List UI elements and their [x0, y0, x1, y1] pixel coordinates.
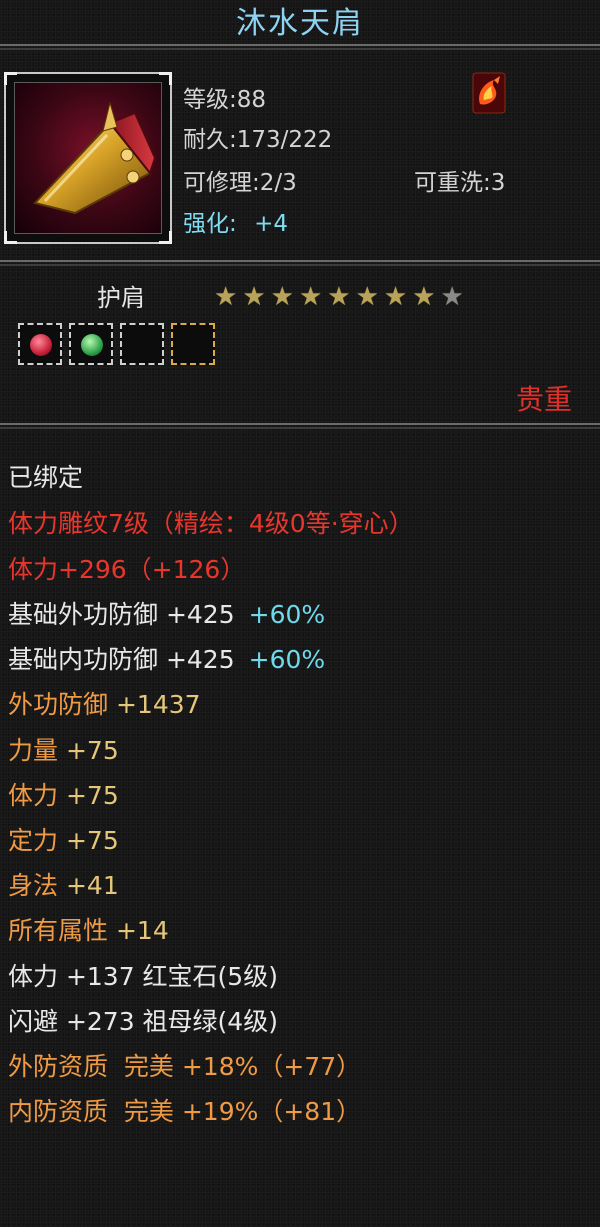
- attr-value: +75: [58, 736, 119, 765]
- item-durability: 耐久:173/222: [183, 127, 333, 153]
- attr-line: 基础外功防御 +425 +60%: [8, 595, 325, 631]
- star-icon: ★: [383, 282, 408, 312]
- pauldron-icon: [14, 82, 162, 234]
- attr-text: 基础内功防御 +425: [8, 645, 235, 674]
- divider-mid-2: [0, 423, 600, 429]
- divider-mid-1: [0, 260, 600, 266]
- attr-name: 所有属性: [8, 916, 109, 945]
- emerald-gem-icon: [81, 334, 103, 356]
- item-enhance: 强化: +4: [183, 204, 288, 238]
- attr-value: +75: [58, 826, 119, 855]
- phoenix-badge-icon: [472, 72, 506, 114]
- enhance-label: 强化:: [183, 211, 237, 237]
- star-rating: ★ ★ ★ ★ ★ ★ ★ ★ ★: [214, 282, 464, 312]
- attr-name: 外功防御: [8, 690, 109, 719]
- attr-line: 力量 +75: [8, 731, 119, 767]
- item-icon-frame[interactable]: [4, 72, 172, 244]
- bound-status: 已绑定: [8, 463, 84, 492]
- item-level: 等级:88: [183, 87, 267, 113]
- attr-line: 身法 +41: [8, 866, 119, 902]
- attr-value: +75: [58, 781, 119, 810]
- attr-name: 力量: [8, 736, 59, 765]
- star-icon: ★: [355, 282, 379, 312]
- attr-value: +41: [58, 871, 119, 900]
- attr-line: 体力+296（+126）: [8, 555, 246, 584]
- gem-socket-emerald[interactable]: [69, 323, 113, 365]
- item-repair-count: 可修理:2/3: [183, 170, 297, 196]
- attr-line: 定力 +75: [8, 821, 119, 857]
- attr-bonus: +60%: [248, 645, 326, 674]
- attr-bonus: +60%: [248, 600, 326, 629]
- attr-line: 基础内功防御 +425 +60%: [8, 640, 325, 676]
- attr-name: 身法: [8, 871, 59, 900]
- star-icon: ★: [270, 282, 294, 312]
- attr-line: 外功防御 +1437: [8, 685, 201, 721]
- star-icon: ★: [298, 282, 323, 312]
- divider-top: [0, 44, 600, 50]
- item-rewash-count: 可重洗:3: [414, 170, 506, 196]
- attr-line: 体力 +75: [8, 776, 119, 812]
- attr-line-aptitude: 内防资质 完美 +19%（+81）: [8, 1097, 362, 1126]
- gem-socket-empty-gold[interactable]: [171, 323, 215, 365]
- attr-value: +14: [108, 916, 169, 945]
- attr-name: 定力: [8, 826, 59, 855]
- attr-value: +1437: [108, 690, 201, 719]
- enhance-value: +4: [254, 211, 288, 237]
- attr-line-gem: 闪避 +273 祖母绿(4级): [8, 1007, 278, 1036]
- attr-line-aptitude: 外防资质 完美 +18%（+77）: [8, 1052, 362, 1081]
- attr-line: 所有属性 +14: [8, 911, 169, 947]
- attr-name: 体力: [8, 781, 59, 810]
- star-icon: ★: [440, 282, 464, 312]
- gem-socket-empty[interactable]: [120, 323, 164, 365]
- attr-line-gem: 体力 +137 红宝石(5级): [8, 962, 278, 991]
- gem-sockets: [18, 323, 215, 365]
- star-icon: ★: [327, 282, 351, 312]
- gem-socket-ruby[interactable]: [18, 323, 62, 365]
- attr-text: 基础外功防御 +425: [8, 600, 235, 629]
- ruby-gem-icon: [30, 334, 52, 356]
- item-quality: 贵重: [515, 383, 572, 416]
- star-icon: ★: [412, 282, 436, 312]
- item-name: 沐水天肩: [236, 6, 364, 41]
- star-icon: ★: [214, 282, 238, 312]
- attr-line: 体力雕纹7级（精绘：4级0等·穿心）: [8, 509, 414, 538]
- star-icon: ★: [242, 282, 266, 312]
- item-type: 护肩: [97, 284, 145, 312]
